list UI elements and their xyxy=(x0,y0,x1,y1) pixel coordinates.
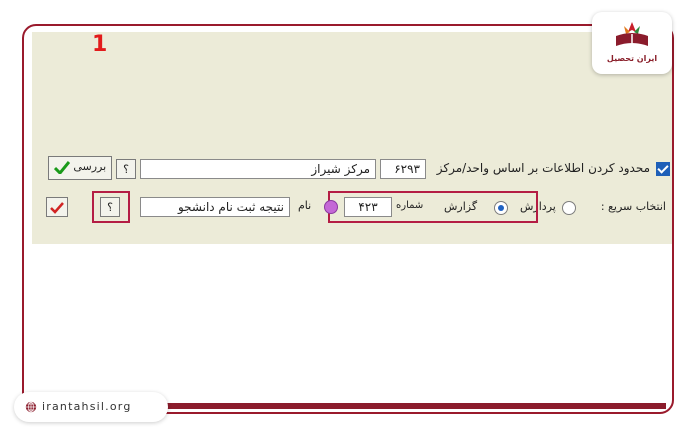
check-button[interactable]: بررسی xyxy=(48,156,112,180)
logo-text: ایران تحصیل xyxy=(606,54,658,63)
step-marker: 1 xyxy=(92,32,108,57)
name-help-button[interactable]: ؟ xyxy=(100,197,120,217)
confirm-button[interactable] xyxy=(46,197,68,217)
center-name-field[interactable]: مرکز شیراز xyxy=(140,159,376,179)
check-button-label: بررسی xyxy=(73,160,107,173)
center-code-field[interactable]: ۶۲۹۳ xyxy=(380,159,426,179)
number-label: شماره xyxy=(396,200,424,211)
radio-report-label: گزارش xyxy=(444,200,478,213)
name-field[interactable]: نتیجه ثبت نام دانشجو xyxy=(140,197,290,217)
restrict-label: محدود کردن اطلاعات بر اساس واحد/مرکز xyxy=(436,161,650,175)
name-label: نام xyxy=(298,199,312,212)
red-check-icon xyxy=(50,202,64,214)
center-help-button[interactable]: ؟ xyxy=(116,159,136,179)
globe-icon xyxy=(25,401,37,413)
site-url[interactable]: irantahsil.org xyxy=(42,400,132,413)
form-panel: 1 محدود کردن اطلاعات بر اساس واحد/مرکز ۶… xyxy=(32,32,672,244)
restrict-row: محدود کردن اطلاعات بر اساس واحد/مرکز ۶۲۹… xyxy=(44,156,672,182)
number-field[interactable]: ۴۲۳ xyxy=(344,197,392,217)
brand-bar xyxy=(160,403,666,409)
radio-process[interactable] xyxy=(562,201,576,215)
book-logo-icon xyxy=(616,22,648,46)
screenshot-frame: 1 محدود کردن اطلاعات بر اساس واحد/مرکز ۶… xyxy=(22,24,674,414)
name-indicator-icon xyxy=(324,200,338,214)
radio-report[interactable] xyxy=(494,201,508,215)
restrict-checkbox[interactable] xyxy=(656,162,670,176)
quick-select-label: انتخاب سریع : xyxy=(600,200,666,213)
quick-select-row: انتخاب سریع : پردازش گزارش شماره ۴۲۳ نام… xyxy=(44,191,672,223)
check-icon xyxy=(53,161,70,176)
site-badge: irantahsil.org xyxy=(14,392,168,422)
irantahsil-logo: ایران تحصیل xyxy=(592,12,672,74)
